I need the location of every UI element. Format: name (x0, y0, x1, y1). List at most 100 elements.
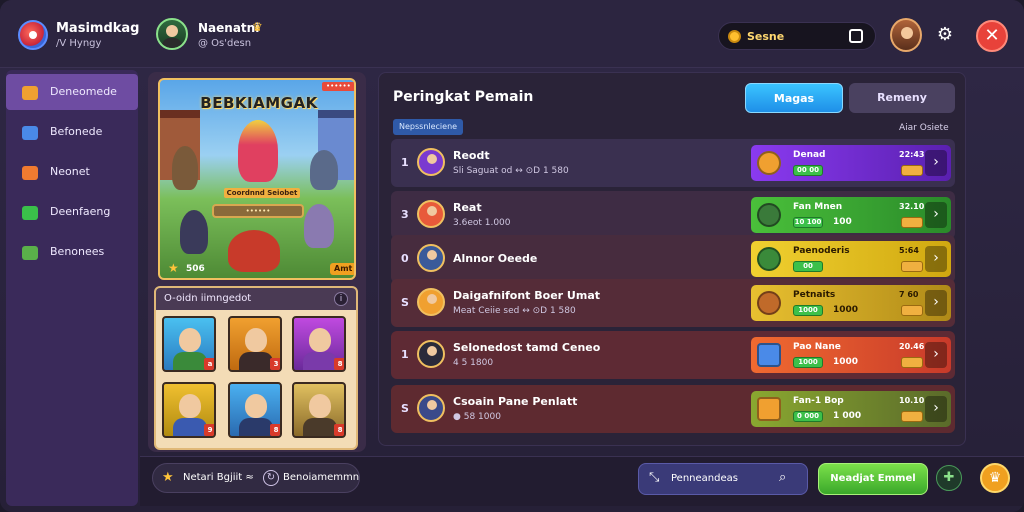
score-points: 1000 (833, 305, 859, 315)
coin-balance[interactable]: Sesne (718, 22, 876, 50)
score-label: Petnaits (793, 290, 836, 300)
rank-badge-icon (757, 203, 781, 227)
rewards-header: O-oidn iimngedot i (156, 288, 356, 310)
trophy-icon[interactable]: ♛ (980, 463, 1010, 493)
bottom-bar: ★ Netari Bgjiit ≈ ↻ Benoiamemmn ⤡ Pennea… (140, 456, 1024, 506)
info-icon[interactable]: i (334, 292, 348, 306)
table-row[interactable]: S Csoain Pane Penlatt ● 58 1000 Fan-1 Bo… (391, 385, 955, 433)
score-box: Denad 00 00 22:43 › (751, 145, 951, 181)
score-label: Paenoderis (793, 246, 850, 256)
sidebar-item-deenfaeng[interactable]: Deenfaeng (6, 194, 138, 230)
sidebar-item-label: Befonede (50, 125, 103, 138)
brand[interactable]: Masimdkag /V Hyngy (18, 18, 140, 54)
chevron-right-icon[interactable]: › (925, 246, 947, 272)
score-delta: 7 60 (899, 290, 919, 299)
score-points: 1 000 (833, 411, 862, 421)
app-name: Masimdkag (56, 21, 140, 36)
season-pill[interactable]: ★ Netari Bgjiit ≈ ↻ Benoiamemmn (152, 463, 360, 493)
page-title: Peringkat Pemain (393, 89, 534, 105)
primary-action-button[interactable]: Neadjat Emmel (818, 463, 928, 495)
chevron-right-icon[interactable]: › (925, 342, 947, 368)
player-name: Reodt (453, 149, 490, 162)
reward-tile[interactable]: 3 (228, 316, 282, 372)
event-progress-label: •••••• (245, 207, 271, 215)
enemy-character (180, 210, 208, 254)
chevron-right-icon[interactable]: › (925, 396, 947, 422)
folder-icon (22, 246, 38, 260)
column-header: Aiar Osiete (899, 123, 949, 133)
add-coins-icon[interactable] (849, 29, 863, 43)
reward-tile[interactable]: 8 (228, 382, 282, 438)
tab-remeny[interactable]: Remeny (849, 83, 955, 113)
character-body (239, 418, 273, 436)
hero-character (228, 230, 280, 272)
gear-icon[interactable]: ⚙ (934, 24, 956, 46)
profile-button[interactable] (890, 18, 922, 52)
map-icon (22, 126, 38, 140)
score-label: Fan-1 Bop (793, 396, 844, 406)
player-stats: Sli Saguat od ↔ ⊙D 1 580 (453, 166, 569, 176)
sidebar: Deneomede Befonede Neonet Deenfaeng Beno… (6, 70, 138, 506)
score-points: 1000 (833, 357, 859, 367)
table-row[interactable]: 0 Alnnor Oeede Paenoderis 00 5:64 › (391, 235, 955, 283)
chevron-right-icon[interactable]: › (925, 202, 947, 228)
character-body (303, 352, 337, 370)
star-icon: ★ (168, 261, 179, 275)
chat-bubble-icon[interactable]: ✚ (936, 465, 962, 491)
avatar[interactable] (156, 18, 188, 50)
rank-badge-icon (757, 247, 781, 271)
player-name: Selonedost tamd Ceneo (453, 341, 601, 354)
search-label: Penneandeas (671, 473, 738, 484)
sidebar-item-deneomede[interactable]: Deneomede (6, 74, 138, 110)
search-icon: ⌕ (779, 470, 787, 485)
delta-badge (901, 165, 923, 176)
sidebar-item-benonees[interactable]: Benonees (6, 234, 138, 270)
app-subtitle: /V Hyngy (56, 38, 102, 49)
table-row[interactable]: 1 Selonedost tamd Ceneo 4 5 1800 Pao Nan… (391, 331, 955, 379)
hero-character (238, 120, 278, 182)
reward-tile[interactable]: a (162, 316, 216, 372)
character-portrait (245, 394, 267, 418)
leaderboard-panel: Peringkat Pemain Magas Remeny Nepssnleci… (378, 72, 966, 446)
search-button[interactable]: ⤡ Penneandeas ⌕ (638, 463, 808, 495)
delta-badge (901, 261, 923, 272)
close-button[interactable]: ✕ (976, 20, 1008, 52)
score-delta: 32.10 (899, 202, 925, 211)
reward-badge: 8 (334, 358, 344, 370)
character-portrait (309, 328, 331, 352)
sidebar-item-neonet[interactable]: Neonet (6, 154, 138, 190)
score-pill: 00 (793, 261, 823, 272)
character-body (239, 352, 273, 370)
score-box: Paenoderis 00 5:64 › (751, 241, 951, 277)
score-box: Fan Mnen 10 100 100 32.10 › (751, 197, 951, 233)
chevron-right-icon[interactable]: › (925, 290, 947, 316)
reward-badge: 3 (270, 358, 280, 370)
star-icon: ★ (162, 470, 174, 485)
enemy-character (172, 146, 198, 190)
top-bar: Masimdkag /V Hyngy Naenatni ♛ @ Os'desn … (0, 0, 1024, 68)
table-row[interactable]: 3 Reat 3.6eot 1.000 Fan Mnen 10 100 100 … (391, 191, 955, 239)
tab-magas[interactable]: Magas (745, 83, 843, 113)
reward-tile[interactable]: 8 (292, 382, 346, 438)
table-row[interactable]: 1 Reodt Sli Saguat od ↔ ⊙D 1 580 Denad 0… (391, 139, 955, 187)
reward-tile[interactable]: 9 (162, 382, 216, 438)
season-reference: Benoiamemmn (283, 472, 360, 483)
character-body (173, 352, 207, 370)
player-stats: 3.6eot 1.000 (453, 218, 511, 228)
banner-tag: •••••• (322, 82, 354, 91)
event-banner[interactable]: •••••• BEBKIAMGAK Coordnnd Seiobet •••••… (158, 78, 356, 280)
table-row[interactable]: S Daigafnifont Boer Umat Meat Ceiie sed … (391, 279, 955, 327)
chevron-right-icon[interactable]: › (925, 150, 947, 176)
character-portrait (179, 394, 201, 418)
reward-tile[interactable]: 8 (292, 316, 346, 372)
rank-number: S (401, 296, 409, 309)
banner-title: BEBKIAMGAK (200, 94, 318, 112)
refresh-icon[interactable]: ↻ (263, 470, 279, 486)
event-timer: Amt (330, 263, 354, 275)
delta-badge (901, 411, 923, 422)
filter-chip[interactable]: Nepssnleciene (393, 119, 464, 135)
delta-badge (901, 305, 923, 316)
player-stats: ● 58 1000 (453, 412, 501, 422)
user-profile[interactable]: Naenatni ♛ @ Os'desn (156, 18, 296, 54)
sidebar-item-befonede[interactable]: Befonede (6, 114, 138, 150)
